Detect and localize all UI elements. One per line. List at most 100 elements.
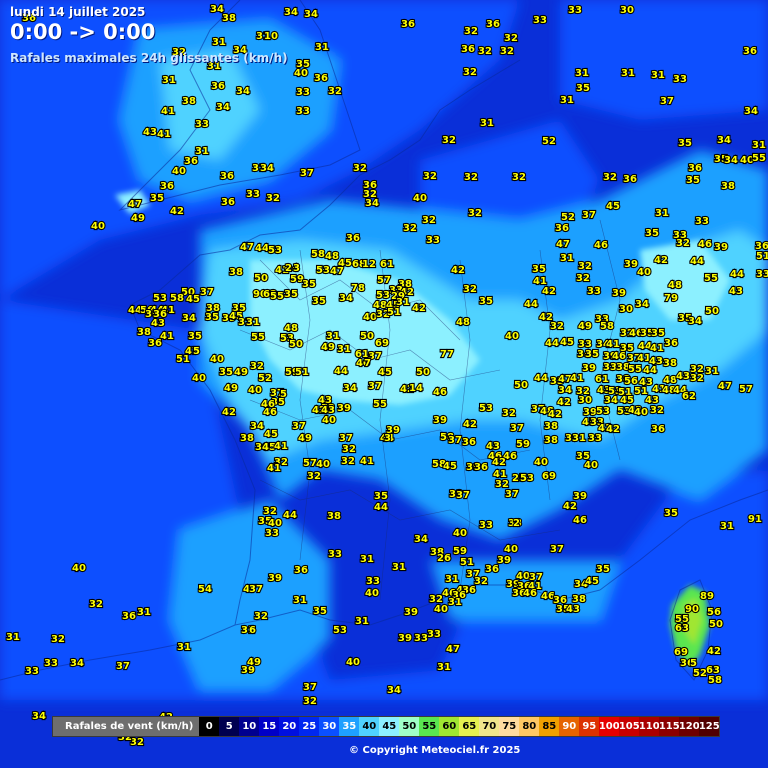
station-value: 40 bbox=[172, 166, 186, 177]
legend-step: 20 bbox=[279, 717, 300, 736]
station-value: 44 bbox=[545, 338, 559, 349]
station-value: 51 bbox=[387, 307, 401, 318]
station-value: 35 bbox=[585, 349, 599, 360]
station-value: 34 bbox=[250, 421, 264, 432]
station-value: 33 bbox=[195, 119, 209, 130]
station-value: 42 bbox=[557, 397, 571, 408]
station-value: 30 bbox=[578, 395, 592, 406]
station-value: 48 bbox=[325, 251, 339, 262]
station-value: 34 bbox=[414, 534, 428, 545]
station-value: 32 bbox=[51, 634, 65, 645]
station-value: 42 bbox=[606, 424, 620, 435]
station-value: 31 bbox=[448, 597, 462, 608]
station-value: 34 bbox=[343, 383, 357, 394]
station-value: 59 bbox=[453, 546, 467, 557]
station-value: 50 bbox=[289, 339, 303, 350]
station-value: 49 bbox=[298, 433, 312, 444]
station-value: 35 bbox=[205, 312, 219, 323]
station-value: 40 bbox=[434, 604, 448, 615]
station-value: 34 bbox=[744, 106, 758, 117]
station-value: 62 bbox=[682, 391, 696, 402]
station-value: 40 bbox=[210, 354, 224, 365]
station-value: 38 bbox=[544, 435, 558, 446]
station-value: 35 bbox=[302, 279, 316, 290]
station-value: 49 bbox=[578, 321, 592, 332]
station-value: 12 bbox=[362, 259, 376, 270]
map-time-range: 0:00 -> 0:00 bbox=[10, 20, 156, 44]
legend-step: 125 bbox=[699, 717, 720, 736]
station-value: 44 bbox=[374, 502, 388, 513]
station-value: 35 bbox=[188, 331, 202, 342]
station-value: 55 bbox=[752, 153, 766, 164]
station-value: 40 bbox=[505, 331, 519, 342]
station-value: 42 bbox=[548, 409, 562, 420]
station-value: 42 bbox=[451, 265, 465, 276]
station-value: 47 bbox=[718, 381, 732, 392]
station-value: 52 bbox=[258, 373, 272, 384]
station-value: 30 bbox=[619, 304, 633, 315]
station-value: 32 bbox=[353, 163, 367, 174]
station-value: 40 bbox=[346, 657, 360, 668]
station-value: 34 bbox=[216, 102, 230, 113]
station-value: 35 bbox=[479, 296, 493, 307]
station-value: 35 bbox=[374, 491, 388, 502]
station-value: 39 bbox=[268, 573, 282, 584]
station-value: 40 bbox=[584, 460, 598, 471]
station-value: 31 bbox=[651, 70, 665, 81]
station-value: 38 bbox=[240, 433, 254, 444]
station-value: 39 bbox=[404, 607, 418, 618]
station-value: 33 bbox=[328, 549, 342, 560]
station-value: 40 bbox=[72, 563, 86, 574]
station-value: 57 bbox=[739, 384, 753, 395]
station-value: 41 bbox=[570, 373, 584, 384]
station-value: 48 bbox=[668, 280, 682, 291]
station-value: 31 bbox=[360, 554, 374, 565]
station-value: 39 bbox=[398, 633, 412, 644]
station-value: 37 bbox=[456, 490, 470, 501]
station-value: 32 bbox=[463, 67, 477, 78]
station-value: 31 bbox=[326, 331, 340, 342]
station-value: 2 bbox=[513, 518, 520, 529]
station-value: 33 bbox=[296, 106, 310, 117]
station-value: 41 bbox=[267, 463, 281, 474]
legend-step: 50 bbox=[399, 717, 420, 736]
station-value: 42 bbox=[492, 457, 506, 468]
station-value: 37 bbox=[249, 584, 263, 595]
station-value: 35 bbox=[596, 564, 610, 575]
station-value: 42 bbox=[654, 255, 668, 266]
station-value: 41 bbox=[161, 106, 175, 117]
station-value: 69 bbox=[674, 647, 688, 658]
station-value: 38 bbox=[327, 511, 341, 522]
station-value: 46 bbox=[698, 239, 712, 250]
station-value: 35 bbox=[645, 228, 659, 239]
map-date: lundi 14 juillet 2025 bbox=[10, 5, 146, 19]
station-value: 40 bbox=[637, 267, 651, 278]
station-value: 36 bbox=[184, 156, 198, 167]
station-value: 33 bbox=[426, 235, 440, 246]
station-value: 32 bbox=[650, 405, 664, 416]
station-value: 36 bbox=[294, 565, 308, 576]
station-value: 37 bbox=[200, 287, 214, 298]
station-value: 36 bbox=[461, 44, 475, 55]
station-value: 45 bbox=[186, 294, 200, 305]
station-value: 53 bbox=[333, 625, 347, 636]
station-value: 53 bbox=[316, 265, 330, 276]
legend-step: 0 bbox=[199, 717, 220, 736]
station-value: 43 bbox=[143, 127, 157, 138]
station-value: 58 bbox=[311, 249, 325, 260]
station-value: 37 bbox=[510, 423, 524, 434]
station-value: 79 bbox=[664, 293, 678, 304]
station-value: 31 bbox=[480, 118, 494, 129]
station-value: 31 bbox=[162, 75, 176, 86]
station-value: 38 bbox=[137, 327, 151, 338]
station-value: 36 bbox=[148, 338, 162, 349]
station-value: 33 bbox=[568, 5, 582, 16]
station-value: 34 bbox=[32, 711, 46, 722]
station-value: 35 bbox=[686, 175, 700, 186]
legend-step: 70 bbox=[479, 717, 500, 736]
station-value: 36 bbox=[221, 197, 235, 208]
station-value: 33 bbox=[427, 629, 441, 640]
station-value: 33 bbox=[246, 189, 260, 200]
station-value: 32 bbox=[550, 321, 564, 332]
station-value: 36 bbox=[474, 462, 488, 473]
